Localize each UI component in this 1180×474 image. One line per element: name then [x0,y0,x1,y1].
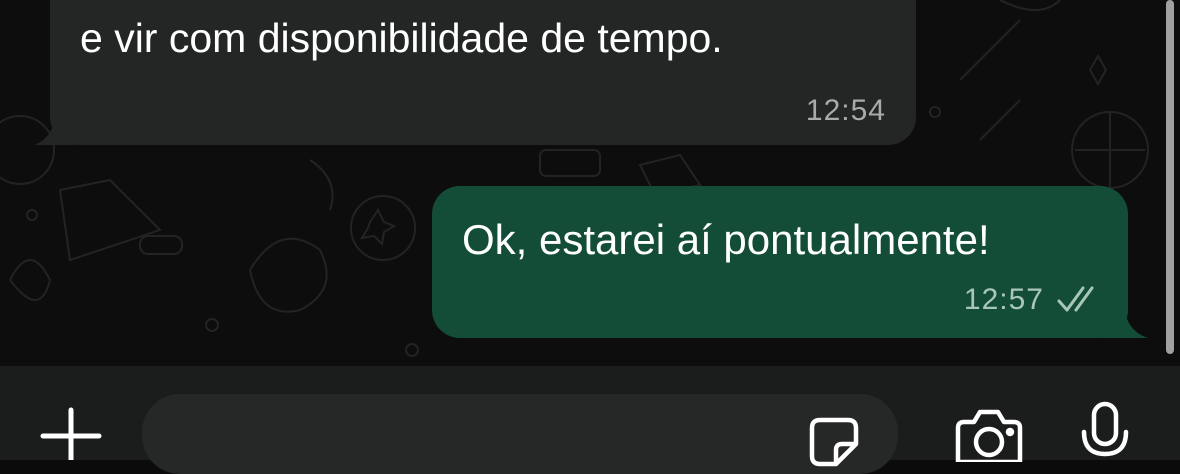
chat-area[interactable]: e vir com disponibilidade de tempo. 12:5… [0,0,1180,366]
message-text: e vir com disponibilidade de tempo. [80,15,723,61]
message-time: 12:57 [963,283,1044,316]
sticker-button[interactable] [806,414,862,470]
message-text: Ok, estarei aí pontualmente! [462,216,990,263]
bubble-tail [34,115,74,145]
message-input[interactable] [170,412,794,458]
scrollbar[interactable] [1166,0,1174,354]
outgoing-message-bubble[interactable]: Ok, estarei aí pontualmente! 12:57 [432,186,1148,338]
camera-icon [955,409,1023,462]
double-check-icon [1057,286,1094,312]
bubble-tail [1104,308,1148,338]
microphone-icon [1081,401,1129,457]
incoming-message-bubble[interactable]: e vir com disponibilidade de tempo. 12:5… [34,0,916,145]
sticker-icon [809,417,859,467]
plus-icon [40,407,102,460]
microphone-button[interactable] [1078,400,1132,460]
message-input-box[interactable] [142,394,898,474]
camera-button[interactable] [952,406,1026,462]
message-time: 12:54 [805,94,886,127]
attach-button[interactable] [38,404,104,460]
